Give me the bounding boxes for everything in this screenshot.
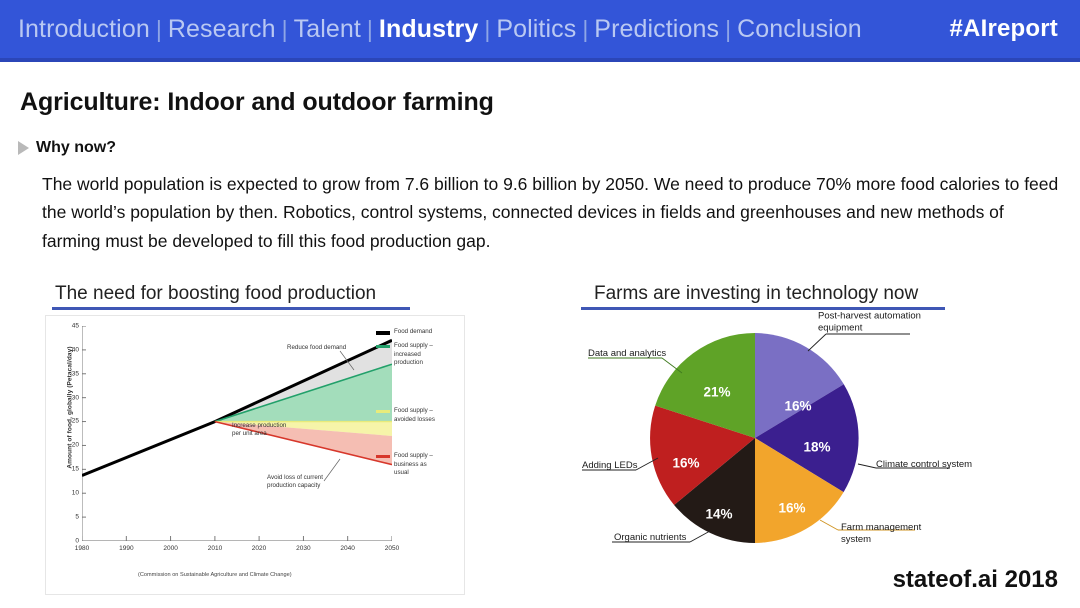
pie-value-farm-management: 16%	[778, 500, 806, 516]
top-navigation-bar: Introduction | Research | Talent | Indus…	[0, 0, 1080, 58]
legend-item-avoided-losses: Food supply – avoided losses	[376, 407, 460, 424]
y-tick-35: 35	[71, 370, 79, 378]
x-tick-2040: 2040	[340, 545, 355, 552]
pie-value-data-analytics: 21%	[703, 384, 731, 400]
body-paragraph: The world population is expected to grow…	[42, 174, 1059, 251]
y-tick-0: 0	[75, 537, 79, 545]
legend-swatch-avoided-losses	[376, 410, 390, 414]
legend-swatch-business-as-usual	[376, 455, 390, 459]
pie-label-post-harvest: Post-harvest automation equipment	[818, 310, 921, 334]
legend-label-food-demand: Food demand	[394, 328, 433, 335]
x-tick-2020: 2020	[251, 545, 267, 552]
y-tick-30: 30	[71, 394, 79, 402]
y-tick-45: 45	[71, 322, 79, 330]
nav-item-research[interactable]: Research	[168, 15, 276, 44]
nav-separator: |	[725, 15, 732, 42]
nav-item-predictions[interactable]: Predictions	[594, 15, 719, 44]
x-tick-2000: 2000	[163, 545, 178, 552]
legend-item-increased-production: Food supply – increased production	[376, 342, 460, 367]
y-tick-5: 5	[75, 513, 79, 521]
line-chart-source-caption: (Commission on Sustainable Agriculture a…	[138, 572, 292, 578]
nav-item-introduction[interactable]: Introduction	[18, 15, 150, 44]
nav-separator: |	[582, 15, 589, 42]
y-tick-20: 20	[71, 441, 79, 449]
nav-item-talent[interactable]: Talent	[294, 15, 361, 44]
nav-item-politics[interactable]: Politics	[496, 15, 576, 44]
left-chart-heading: The need for boosting food production	[55, 283, 377, 304]
food-production-line-chart: Amount of food, globally (Petacal/day) 4…	[45, 315, 465, 595]
triangle-bullet-icon	[18, 141, 29, 155]
nav-item-industry[interactable]: Industry	[379, 15, 478, 44]
x-tick-1980: 1980	[74, 545, 90, 552]
nav-item-conclusion[interactable]: Conclusion	[737, 15, 862, 44]
pie-label-data-analytics: Data and analytics	[588, 348, 667, 359]
legend-item-business-as-usual: Food supply – business as usual	[376, 452, 460, 477]
y-tick-40: 40	[71, 346, 79, 354]
pie-value-adding-leds: 16%	[672, 455, 700, 471]
pie-label-farm-management: Farm management system	[841, 522, 922, 545]
y-tick-25: 25	[71, 417, 79, 425]
header-underline	[0, 58, 1080, 62]
nav-separator: |	[155, 15, 162, 42]
farm-technology-pie-chart: 16% 18% 16% 14% 16% 21% Post-harvest aut…	[570, 310, 1040, 588]
hashtag-label: #AIreport	[949, 15, 1058, 42]
line-chart-legend: Food demand Food supply – increased prod…	[376, 328, 460, 483]
nav-separator: |	[281, 15, 288, 42]
legend-item-food-demand: Food demand	[376, 328, 460, 336]
x-tick-1990: 1990	[119, 545, 134, 552]
legend-swatch-increased-production	[376, 345, 390, 349]
annotation-reduce-food-demand: Reduce food demand	[287, 344, 347, 351]
x-tick-2030: 2030	[296, 545, 311, 552]
pie-value-post-harvest: 16%	[784, 398, 812, 414]
legend-label-increased-production: Food supply – increased production	[394, 342, 433, 367]
y-tick-10: 10	[71, 489, 79, 497]
page-title: Agriculture: Indoor and outdoor farming	[20, 88, 494, 116]
left-heading-rule	[52, 307, 410, 310]
x-tick-2050: 2050	[384, 545, 400, 552]
legend-label-business-as-usual: Food supply – business as usual	[394, 452, 433, 476]
pie-label-climate-control: Climate control system	[876, 459, 973, 470]
nav-separator: |	[366, 15, 373, 42]
why-now-label: Why now?	[36, 139, 116, 156]
pie-label-organic-nutrients: Organic nutrients	[614, 532, 687, 543]
pie-value-organic-nutrients: 14%	[705, 506, 733, 522]
legend-swatch-food-demand	[376, 331, 390, 335]
nav-separator: |	[484, 15, 491, 42]
right-chart-heading: Farms are investing in technology now	[594, 283, 919, 304]
x-tick-2010: 2010	[207, 545, 223, 552]
why-now-bullet: Why now?	[18, 139, 116, 157]
annotation-avoid-loss: Avoid loss of current production capacit…	[267, 474, 323, 490]
pie-value-climate-control: 18%	[803, 439, 831, 455]
legend-label-avoided-losses: Food supply – avoided losses	[394, 407, 435, 423]
y-tick-15: 15	[71, 465, 79, 473]
nav-links: Introduction | Research | Talent | Indus…	[18, 15, 862, 44]
line-chart-plot-area: 45 40 35 30 25 20 15 10 5 0 1980 1990 20…	[72, 323, 399, 553]
annotation-increase-production: Increase production per unit area	[232, 422, 287, 438]
pie-label-adding-leds: Adding LEDs	[582, 460, 638, 471]
brand-footer: stateof.ai 2018	[892, 566, 1058, 593]
